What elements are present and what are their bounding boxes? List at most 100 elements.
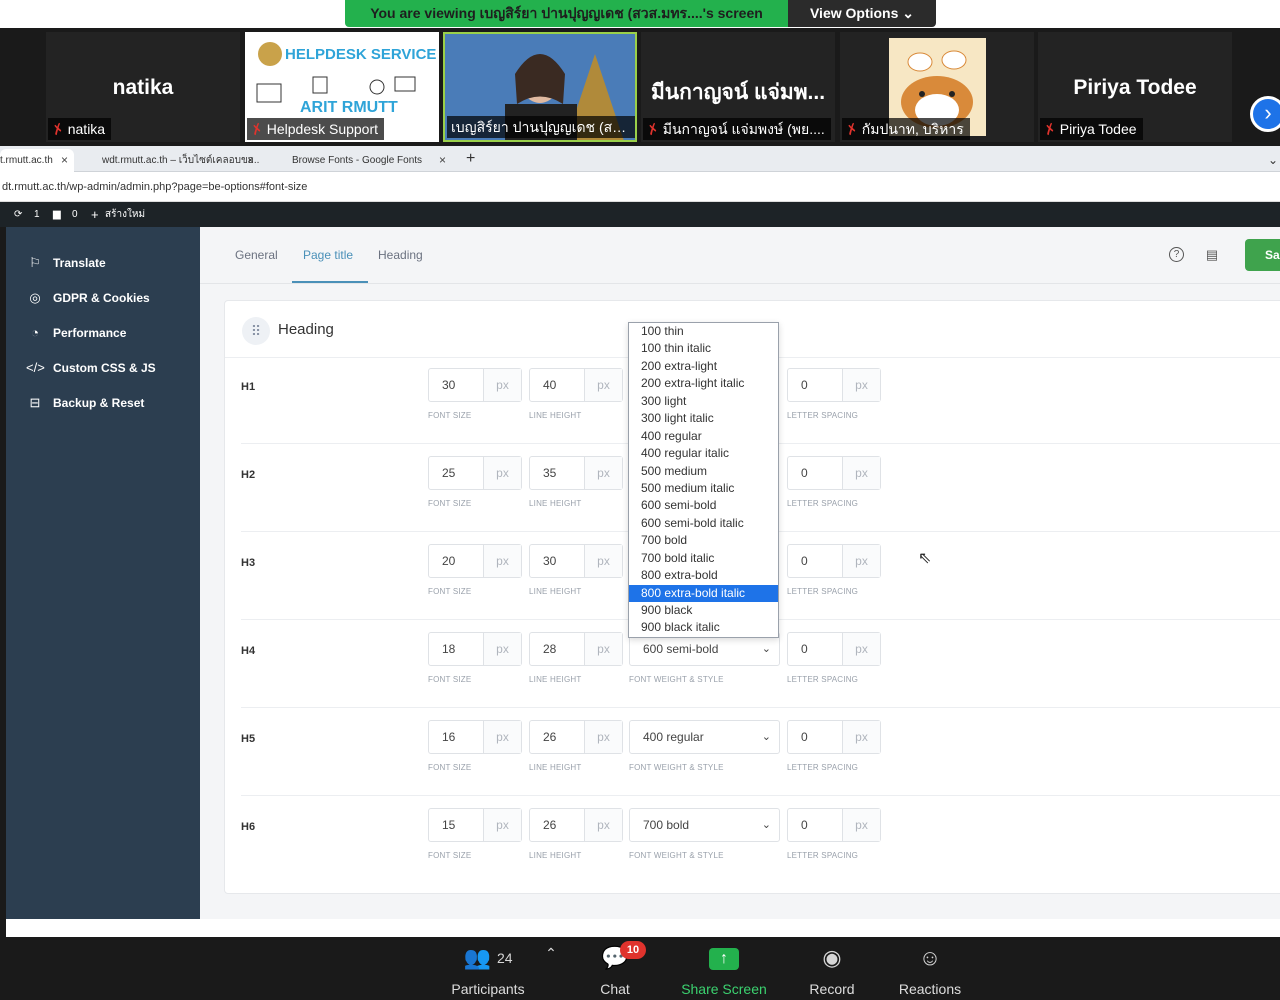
dropdown-option[interactable]: 700 bold (629, 532, 778, 549)
reactions-button[interactable]: ☺ Reactions (892, 941, 968, 997)
code-icon: </> (26, 360, 45, 375)
new-content-link[interactable]: สร้างใหม่ (105, 202, 145, 227)
dropdown-option[interactable]: 900 black italic (629, 619, 778, 636)
font-size-input[interactable]: 30 px (428, 368, 522, 402)
participant-caption: ✗ Helpdesk Support (247, 118, 385, 140)
comments-count[interactable]: 0 (72, 202, 78, 227)
participant-tile[interactable]: natika ✗ natika (46, 32, 240, 142)
dropdown-option[interactable]: 500 medium italic (629, 480, 778, 497)
dropdown-option[interactable]: 200 extra-light italic (629, 375, 778, 392)
line-height-input[interactable]: 26 px (529, 720, 623, 754)
participant-name: เบญสิร์ยา ปานปุญญเดช (สวส.... (451, 119, 637, 135)
font-size-input[interactable]: 18 px (428, 632, 522, 666)
heading-level-label: H1 (241, 381, 256, 393)
browser-tab[interactable]: Browse Fonts - Google Fonts × (268, 149, 452, 172)
line-height-caption: LINE HEIGHT (529, 499, 582, 508)
participant-caption: ✗ natika (48, 118, 112, 140)
letter-spacing-caption: LETTER SPACING (787, 763, 859, 772)
comments-icon[interactable]: ▆ (53, 202, 61, 227)
dropdown-option[interactable]: 300 light (629, 393, 778, 410)
line-height-input[interactable]: 40 px (529, 368, 623, 402)
font-size-input[interactable]: 20 px (428, 544, 522, 578)
plus-icon[interactable]: + (91, 202, 99, 227)
dropdown-option[interactable]: 700 bold italic (629, 550, 778, 567)
unit-label: px (842, 545, 880, 577)
browser-tab[interactable]: wdt.rmutt.ac.th – เว็บไซต์เคลอบขอ... × (80, 149, 260, 172)
letter-spacing-input[interactable]: 0 px (787, 368, 881, 402)
line-height-input[interactable]: 28 px (529, 632, 623, 666)
font-weight-dropdown-list[interactable]: 100 thin 100 thin italic 200 extra-light 20… (628, 322, 779, 638)
heading-level-label: H3 (241, 557, 256, 569)
letter-spacing-input[interactable]: 0 px (787, 720, 881, 754)
dropdown-option[interactable]: 200 extra-light (629, 358, 778, 375)
letter-spacing-input[interactable]: 0 px (787, 808, 881, 842)
dropdown-option[interactable]: 600 semi-bold (629, 497, 778, 514)
reactions-label: Reactions (898, 981, 962, 997)
font-weight-select[interactable]: 400 regular ⌄ (629, 720, 780, 754)
participant-tile[interactable]: ✗ กัมปนาท, บริหาร (840, 32, 1034, 142)
next-page-arrow-icon[interactable]: › (1250, 96, 1280, 132)
wp-admin-bar: ⟳ 1 ▆ 0 + สร้างใหม่ (0, 202, 1280, 227)
tab-search-chevron-icon[interactable]: ⌄ (1262, 149, 1280, 172)
dropdown-option[interactable]: 500 medium (629, 463, 778, 480)
sidebar-item-backup-reset[interactable]: ⊟ Backup & Reset (26, 393, 145, 413)
participant-tile-active-speaker[interactable]: เบญสิร์ยา ปานปุญญเดช (สวส.... (443, 32, 637, 142)
sidebar-item-gdpr[interactable]: ◎ GDPR & Cookies (26, 288, 149, 308)
dropdown-option[interactable]: 400 regular italic (629, 445, 778, 462)
dropdown-option[interactable]: 900 black (629, 602, 778, 619)
dropdown-option[interactable]: 100 thin italic (629, 340, 778, 357)
address-bar[interactable]: dt.rmutt.ac.th/wp-admin/admin.php?page=b… (0, 172, 1280, 202)
dropdown-option[interactable]: 800 extra-bold italic (629, 584, 778, 602)
line-height-input[interactable]: 30 px (529, 544, 623, 578)
new-tab-plus-icon[interactable]: + (460, 149, 480, 172)
font-weight-select[interactable]: 700 bold ⌄ (629, 808, 780, 842)
help-icon[interactable]: ? (1169, 247, 1184, 262)
sidebar-item-performance[interactable]: ◔ Performance (26, 323, 126, 343)
tab-title: Browse Fonts - Google Fonts (292, 155, 423, 166)
letter-spacing-input[interactable]: 0 px (787, 456, 881, 490)
browser-tab[interactable]: t.rmutt.ac.th × (0, 149, 74, 172)
card-title: Heading (278, 321, 334, 338)
participant-tile[interactable]: มีนกาญจน์ แจ่มพ... ✗ มีนกาญจน์ แจ่มพงษ์ (… (641, 32, 835, 142)
sidebar-item-translate[interactable]: ⚐ Translate (26, 253, 106, 273)
font-size-input[interactable]: 25 px (428, 456, 522, 490)
sidebar-item-custom-css-js[interactable]: </> Custom CSS & JS (26, 358, 156, 378)
close-icon[interactable]: × (247, 149, 254, 172)
letter-spacing-input[interactable]: 0 px (787, 632, 881, 666)
notes-icon[interactable]: ▤ (1204, 247, 1220, 263)
dropdown-option[interactable]: 600 semi-bold italic (629, 515, 778, 532)
sidebar-item-label: Translate (53, 256, 106, 270)
dropdown-option[interactable]: 800 extra-bold (629, 567, 778, 584)
dropdown-option[interactable]: 100 thin (629, 323, 778, 340)
tab-title: t.rmutt.ac.th (0, 155, 53, 166)
line-height-value: 30 (543, 554, 557, 568)
tab-page-title[interactable]: Page title (303, 248, 353, 262)
save-button[interactable]: Sa (1245, 239, 1280, 271)
row-divider (241, 707, 1280, 708)
updates-count[interactable]: 1 (34, 202, 40, 227)
view-options-button[interactable]: View Options ⌄ (788, 0, 936, 27)
participants-button[interactable]: 👥 24 Participants (448, 941, 528, 997)
participants-chevron-up-icon[interactable]: ⌃ (541, 945, 561, 962)
line-height-input[interactable]: 26 px (529, 808, 623, 842)
dropdown-option[interactable]: 400 regular (629, 428, 778, 445)
close-icon[interactable]: × (61, 149, 68, 172)
font-size-value: 30 (442, 378, 456, 392)
close-icon[interactable]: × (439, 149, 446, 172)
participant-tile[interactable]: HELPDESK SERVICE ARIT RMUTT ✗ Helpdesk Su… (245, 32, 439, 142)
letter-spacing-input[interactable]: 0 px (787, 544, 881, 578)
participants-count: 24 (496, 950, 513, 966)
drive-icon: ⊟ (29, 395, 41, 410)
letter-spacing-value: 0 (801, 818, 808, 832)
tab-heading[interactable]: Heading (378, 248, 423, 262)
tab-general[interactable]: General (235, 248, 278, 262)
updates-icon[interactable]: ⟳ (14, 202, 22, 227)
font-size-input[interactable]: 15 px (428, 808, 522, 842)
record-button[interactable]: ◉ Record (802, 941, 862, 997)
participant-name: มีนกาญจน์ แจ่มพงษ์ (พย.... (662, 121, 825, 137)
participant-tile[interactable]: Piriya Todee ✗ Piriya Todee (1038, 32, 1232, 142)
line-height-input[interactable]: 35 px (529, 456, 623, 490)
dropdown-option[interactable]: 300 light italic (629, 410, 778, 427)
chat-label: Chat (600, 981, 630, 997)
font-size-input[interactable]: 16 px (428, 720, 522, 754)
